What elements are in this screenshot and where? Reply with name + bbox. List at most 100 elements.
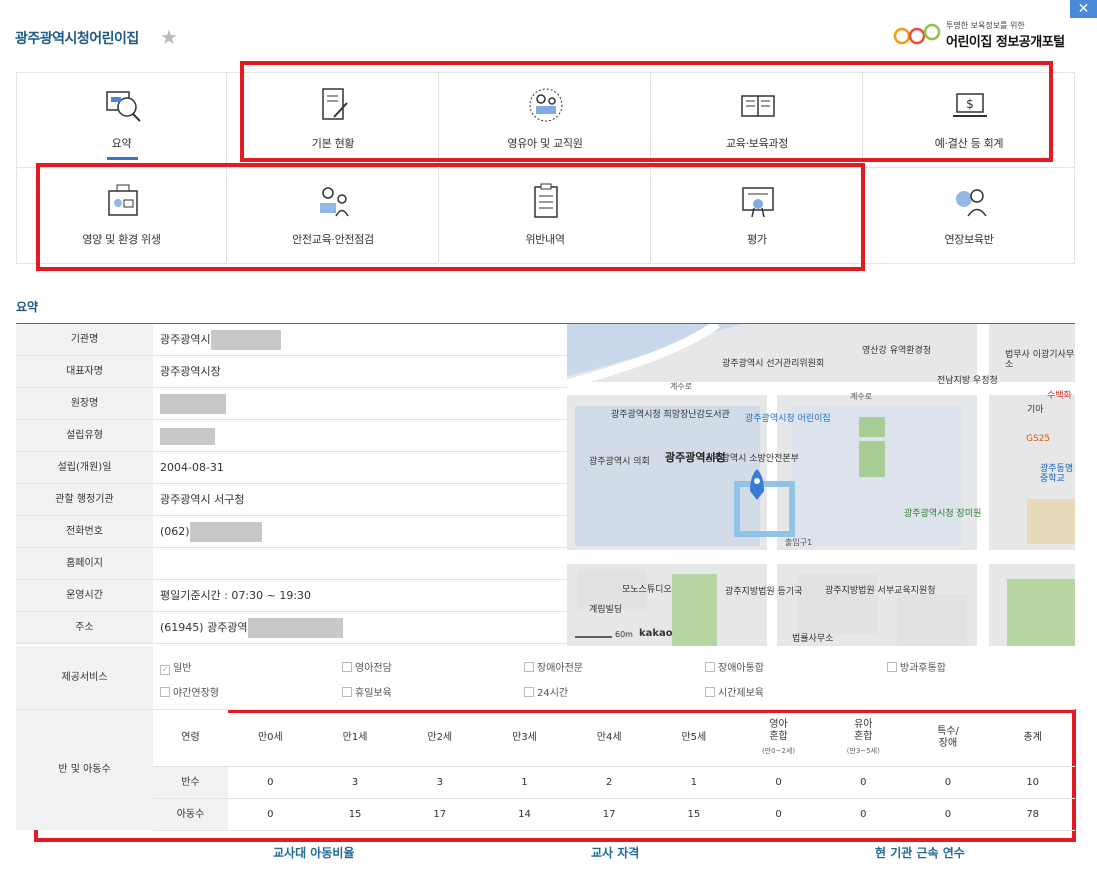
service-checkbox[interactable]: 영아전담 [342,659,392,674]
redaction [160,394,226,414]
map-label: 법률사무소 [792,634,834,644]
tile-summary[interactable]: 요약 [16,73,227,168]
map-label: GS25 [1026,434,1051,444]
age-column-sub: (만3~5세) [846,747,880,755]
link-teacher-qualification[interactable]: 교사 자격 [591,844,639,861]
count-cell: 2 [605,777,613,788]
favorite-star-icon[interactable]: ★ [160,25,178,49]
link-tenure[interactable]: 현 기관 근속 연수 [875,844,965,861]
age-column-header: 만4세 [567,710,652,766]
info-row: 기관명 광주광역시 [16,324,567,356]
tile-extended-care[interactable]: 연장보육반 [864,169,1075,264]
class-grid: 연령 만0세 만1세 만2세 만3세 만4세 만5세 영아 혼합 (만0~2세) 유아 혼합 (만… [153,710,1075,831]
age-column-header: 만2세 [397,710,482,766]
info-row: 전화번호 (062) [16,516,567,548]
count-cell: 3 [351,777,359,788]
map-label: 법무사 이광기사무소 [1005,350,1075,370]
info-row: 운영시간 평일기준시간 : 07:30 ~ 19:30 [16,580,567,612]
info-value: 평일기준시간 : 07:30 ~ 19:30 [160,589,312,602]
row-label: 아동수 [153,799,228,830]
count-cell: 0 [860,809,867,820]
info-key: 홈페이지 [16,548,153,579]
class-count-cells: 0 3 3 1 2 1 0 0 0 10 [228,767,1075,798]
service-checkbox[interactable]: 장애아전문 [524,659,583,674]
info-row: 설립(개원)일 2004-08-31 [16,452,567,484]
kakao-logo: kakao [639,628,673,639]
map-label: 광주광역시청 어린이집 [745,414,831,424]
service-checkbox[interactable]: 야간연장형 [160,684,219,699]
service-checkbox[interactable]: 휴일보육 [342,684,392,699]
close-button[interactable]: ✕ [1070,0,1097,18]
info-table: 기관명 광주광역시 대표자명 광주광역시장 원장명 설립유형 설립(개원)일 2004… [16,323,567,644]
night-care-icon [956,189,987,217]
info-value: 2004-08-31 [160,461,224,474]
count-cell: 14 [518,809,531,820]
map-label: 출입구1 [785,538,813,547]
child-count-row: 아동수 0 15 17 14 17 15 0 0 0 78 [153,799,1075,831]
info-value[interactable] [153,548,567,579]
count-cell: 1 [521,777,528,788]
portal-logo: 투명한 보육정보를 위한 어린이집 정보공개포털 [893,18,1083,54]
age-column-label: 만4세 [596,732,622,743]
age-column-header: 만1세 [313,710,398,766]
class-header-row: 연령 만0세 만1세 만2세 만3세 만4세 만5세 영아 혼합 (만0~2세) 유아 혼합 (만… [153,710,1075,767]
location-map[interactable]: 광주광역시 선거관리위원회 영산강 유역환경청 전남지방 우정청 법무사 이광기… [567,323,1075,646]
map-label: 모노스튜디오 [622,585,672,595]
tile-label: 연장보육반 [944,233,994,246]
service-checkbox[interactable]: 방과후통합 [887,659,946,674]
map-scale: 60m [615,630,633,639]
info-value: 광주광역시장 [160,365,221,378]
service-checkbox[interactable]: 24시간 [524,684,568,699]
count-cell: 3 [436,777,443,788]
service-checkbox[interactable]: ✓ 일반 [160,659,191,675]
highlight-box-top [240,61,1053,162]
link-teacher-ratio[interactable]: 교사대 아동비율 [273,844,354,861]
classes-key: 반 및 아동수 [16,710,153,830]
map-label: 수백화 [1047,391,1072,401]
age-column-label: 만0세 [257,732,283,743]
logo-rings-icon [893,23,941,45]
map-label: 광주광역시 선거관리위원회 [722,359,825,369]
age-column-header: 만5세 [652,710,737,766]
class-count-table: 반 및 아동수 연령 만0세 만1세 만2세 만3세 만4세 만5세 영아 혼합 (만0~2세… [16,710,1075,831]
class-count-row: 반수 0 3 3 1 2 1 0 0 0 10 [153,767,1075,799]
info-key: 운영시간 [16,580,153,611]
count-cell: 10 [1026,777,1040,788]
highlight-box-middle [36,163,865,271]
info-key: 설립유형 [16,420,153,451]
service-checkbox[interactable]: 시간제보육 [705,684,764,699]
map-label: 광주광역시 의회 [589,457,650,467]
map-label: 광주지방법원 등기국 [725,587,803,597]
age-column-header: 영아 혼합 (만0~2세) [736,710,821,766]
count-cell: 15 [687,809,701,820]
info-value: (61945) 광주광역 [160,621,248,634]
logo-name: 어린이집 정보공개포털 [946,35,1065,50]
count-cell: 17 [602,809,616,820]
map-label: 광주광역시청 희망장난감도서관 [611,410,730,420]
info-key: 관할 행정기관 [16,484,153,515]
map-canvas[interactable] [567,324,1075,646]
logo-tagline: 투명한 보육정보를 위한 [946,21,1025,30]
map-label: 광주광역시 소방안전본부 [705,454,799,464]
age-column-header: 유아 혼합 (만3~5세) [821,710,906,766]
section-title: 요약 [16,300,39,314]
magnifier-chart-icon [106,91,141,122]
info-value-cell: (062) [153,516,567,547]
road-label: 계수로 [850,392,873,401]
child-count-cells: 0 15 17 14 17 15 0 0 0 78 [228,799,1075,830]
age-header: 연령 [153,710,228,766]
age-column-label: 영아 혼합 [769,719,788,742]
count-cell: 78 [1026,809,1040,820]
age-column-sub: (만0~2세) [762,747,796,755]
count-cell: 0 [860,777,867,788]
info-row: 홈페이지 [16,548,567,580]
age-column-label: 유아 혼합 [854,719,873,742]
map-label: 광주동명 중학교 [1040,464,1074,484]
age-column-label: 만2세 [427,732,453,743]
service-checkbox[interactable]: 장애아통합 [705,659,764,674]
info-row: 대표자명 광주광역시장 [16,356,567,388]
tile-label: 요약 [111,137,132,150]
class-header-cells: 만0세 만1세 만2세 만3세 만4세 만5세 영아 혼합 (만0~2세) 유아 혼합 (만3~5… [228,710,1075,766]
age-column-label: 만1세 [342,732,368,743]
map-label: 광주지방법원 서부교육지원청 [825,586,936,596]
